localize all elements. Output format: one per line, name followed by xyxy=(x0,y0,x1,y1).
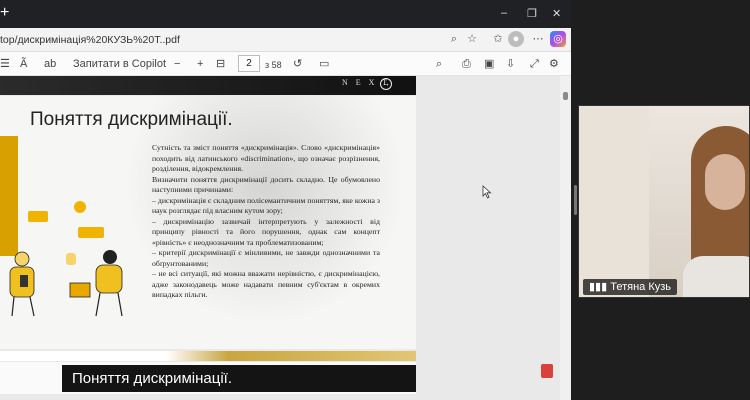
caption-text: Поняття дискримінації. xyxy=(62,365,416,392)
title-bar: + – ❐ ✕ xyxy=(0,0,571,28)
participant-face xyxy=(705,154,745,210)
body-paragraph: – дискримінацію зазвичай інтерпретують у… xyxy=(152,216,380,247)
settings-gear-icon[interactable]: ⚙ xyxy=(549,56,559,72)
participant-nameplate: ▮▮▮ Тетяна Кузь xyxy=(583,279,677,295)
fit-page-icon[interactable]: ⊟ xyxy=(216,56,225,72)
favorite-star-icon[interactable]: ☆ xyxy=(464,31,480,47)
participant-name: Тетяна Кузь xyxy=(610,281,671,293)
body-paragraph: – не всі ситуації, які можна вважати нер… xyxy=(152,269,380,299)
room-background xyxy=(579,106,649,297)
screen: + – ❐ ✕ top/дискримінація%20КУЗЬ%20Т..pd… xyxy=(0,0,750,400)
fullscreen-icon[interactable]: ⤢ xyxy=(530,56,539,72)
body-paragraph: Сутність та зміст поняття «дискримінація… xyxy=(152,143,380,173)
participant-shirt xyxy=(683,256,749,297)
body-paragraph: – дискримінація є складним полісемантичн… xyxy=(152,195,380,216)
slide-top-strip: N E X T → xyxy=(0,76,416,95)
translate-icon[interactable]: ab xyxy=(44,56,56,72)
save-icon[interactable]: ▣ xyxy=(484,56,494,72)
next-arrow-icon: → xyxy=(380,78,392,90)
more-options-icon[interactable]: ⋯ xyxy=(530,31,546,47)
vertical-scrollbar[interactable] xyxy=(560,76,571,400)
caption-area: Поняття дискримінації. xyxy=(0,362,416,394)
address-bar: top/дискримінація%20КУЗЬ%20Т..pdf ⌕ ☆ ✩ … xyxy=(0,28,571,52)
search-pdf-icon[interactable]: ⌕ xyxy=(436,56,442,72)
slide-page: Поняття дискримінації. Сутність та зміст… xyxy=(0,96,416,349)
read-aloud-icon[interactable]: Ã xyxy=(20,56,27,72)
people-talking-illustration xyxy=(9,201,123,317)
favorites-icon[interactable]: ✩ xyxy=(490,31,506,47)
total-pages-label: з 58 xyxy=(265,60,282,70)
rotate-icon[interactable]: ↺ xyxy=(293,56,302,72)
search-icon[interactable]: ⌕ xyxy=(446,31,462,47)
signal-bars-icon: ▮▮▮ xyxy=(589,281,611,293)
profile-avatar-icon[interactable]: ● xyxy=(508,31,524,47)
side-scroll-handle[interactable] xyxy=(574,185,577,215)
mouse-cursor-icon xyxy=(482,185,492,199)
body-paragraph: Визначити поняття дискримінації досить с… xyxy=(152,174,380,195)
minimize-button[interactable]: – xyxy=(501,7,507,19)
browser-window: + – ❐ ✕ top/дискримінація%20КУЗЬ%20Т..pd… xyxy=(0,0,571,400)
pdf-viewport: N E X T → Поняття дискримінації. Сутніст… xyxy=(0,76,560,400)
next-slide-strip xyxy=(0,351,416,361)
save-as-icon[interactable]: ⇩ xyxy=(506,56,515,72)
close-button[interactable]: ✕ xyxy=(552,7,561,20)
page-number-input[interactable]: 2 xyxy=(238,55,260,72)
new-tab-button[interactable]: + xyxy=(0,4,9,22)
page-view-icon[interactable]: ▭ xyxy=(319,56,329,72)
pdf-toolbar: ☰ Ã ab Запитати в Copilot − + ⊟ 2 з 58 … xyxy=(0,52,571,76)
restore-button[interactable]: ❐ xyxy=(527,7,537,20)
pdf-file-icon xyxy=(541,364,553,378)
ask-copilot-button[interactable]: Запитати в Copilot xyxy=(73,56,166,72)
zoom-out-button[interactable]: − xyxy=(174,56,180,72)
body-paragraph: – критерії дискримінації є мінливими, не… xyxy=(152,248,380,268)
participant-video-tile[interactable]: ▮▮▮ Тетяна Кузь xyxy=(578,105,750,298)
slide-body-text: Сутність та зміст поняття «дискримінація… xyxy=(152,143,380,301)
copilot-icon[interactable]: ◎ xyxy=(550,31,566,47)
zoom-in-button[interactable]: + xyxy=(197,56,203,72)
menu-icon[interactable]: ☰ xyxy=(0,56,10,72)
slide-title: Поняття дискримінації. xyxy=(30,109,233,130)
scrollbar-thumb[interactable] xyxy=(563,92,568,100)
print-icon[interactable]: ⎙ xyxy=(462,56,471,72)
url-text[interactable]: top/дискримінація%20КУЗЬ%20Т..pdf xyxy=(0,34,180,46)
